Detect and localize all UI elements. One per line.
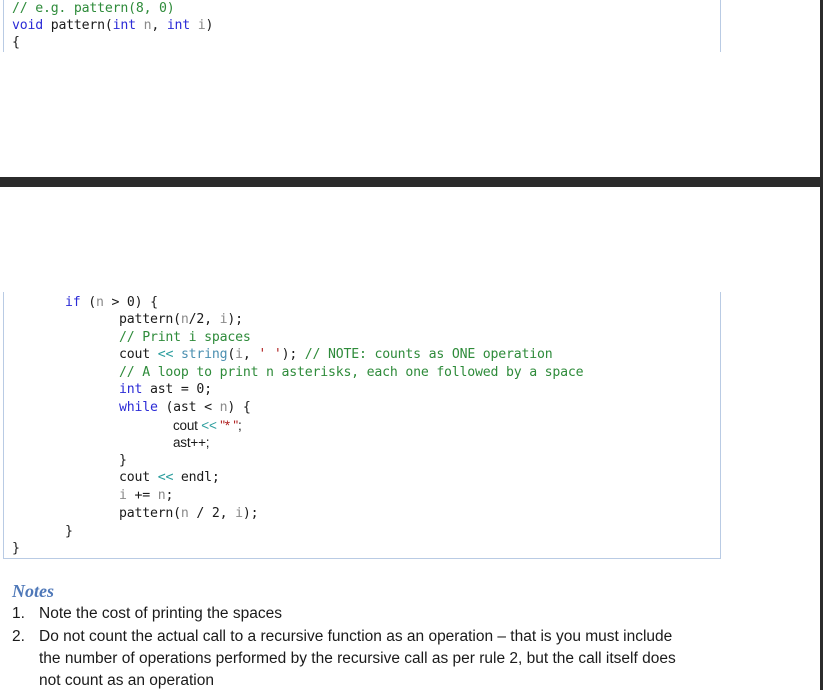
operator-token: << [157, 470, 174, 485]
code-token: cout [173, 418, 202, 433]
param-token: n [180, 312, 189, 327]
operator-token: << [201, 418, 217, 433]
code-token: ) { [227, 400, 251, 415]
code-line-i-increment: i += n; [119, 487, 173, 504]
brace-token: { [12, 35, 20, 50]
code-token: , [242, 347, 259, 362]
comment-token: // e.g. pattern(8, 0) [12, 1, 175, 16]
code-line-signature: void pattern(int n, int i) [12, 17, 213, 34]
code-line-if: if (n > 0) { [65, 294, 158, 311]
operator-token: << [157, 347, 174, 362]
code-line-cout-endl: cout << endl; [119, 469, 220, 486]
code-line-comment-spaces: // Print i spaces [119, 330, 251, 345]
param-token: n [135, 18, 152, 33]
note-text: not count as an operation [39, 672, 214, 689]
code-line-close-if: } [65, 524, 73, 539]
note-text: the number of operations performed by th… [39, 650, 676, 667]
code-token: (ast < [157, 400, 220, 415]
note-number: 1. [12, 605, 25, 622]
code-line-inner-cout: cout << "* "; [173, 417, 242, 434]
code-token: endl; [173, 470, 220, 485]
code-line-cout-spaces: cout << string(i, ' '); // NOTE: counts … [119, 346, 553, 363]
note-number: 2. [12, 628, 25, 645]
code-token: ( [227, 347, 236, 362]
code-line-close-function: } [12, 541, 20, 556]
code-token: ast = 0; [142, 382, 212, 397]
code-token: cout [119, 347, 158, 362]
code-token: pattern( [119, 312, 181, 327]
keyword-token: void [12, 18, 43, 33]
code-line-comment-loop: // A loop to print n asterisks, each one… [119, 365, 584, 380]
code-token: ); [281, 347, 305, 362]
code-token: > 0) { [103, 295, 158, 310]
code-box-function-body [3, 292, 721, 559]
keyword-token: int [166, 18, 191, 33]
code-line-int-ast: int ast = 0; [119, 381, 212, 398]
type-token: string [180, 347, 228, 362]
string-token: ' ' [258, 347, 282, 362]
param-token: i [119, 488, 127, 503]
code-line-ast-increment: ast++; [173, 435, 210, 450]
code-token: / 2, [188, 506, 236, 521]
notes-heading: Notes [12, 581, 54, 601]
function-name-token: pattern( [42, 18, 113, 33]
string-token: "* " [216, 418, 238, 433]
code-line-while: while (ast < n) { [119, 399, 251, 416]
code-line-recursive-call-1: pattern(n/2, i); [119, 311, 243, 328]
keyword-token: if [65, 295, 81, 310]
separator-token: , [151, 18, 167, 33]
keyword-token: int [112, 18, 136, 33]
page-divider-bar [0, 177, 823, 187]
code-token: ( [80, 295, 96, 310]
param-token: i [235, 506, 243, 521]
param-token: i [190, 18, 206, 33]
note-text: Do not count the actual call to a recurs… [39, 628, 673, 645]
paren-token: ) [205, 18, 214, 33]
param-token: n [95, 295, 104, 310]
keyword-token: while [119, 400, 158, 415]
code-token: ; [238, 418, 242, 433]
param-token: i [235, 347, 243, 362]
code-token: pattern( [119, 506, 181, 521]
note-text: Note the cost of printing the spaces [39, 605, 282, 622]
code-token: cout [119, 470, 158, 485]
code-token: ); [242, 506, 259, 521]
code-token: /2, [188, 312, 220, 327]
keyword-token: int [119, 382, 143, 397]
code-line-close-while: } [119, 453, 127, 468]
code-token: ); [227, 312, 243, 327]
code-line-example-comment: // e.g. pattern(8, 0) [12, 0, 175, 17]
comment-token: // NOTE: counts as ONE operation [304, 347, 553, 362]
code-line-open-brace: { [12, 34, 20, 51]
param-token: n [180, 506, 189, 521]
code-token: ; [165, 488, 174, 503]
code-token: += [126, 488, 158, 503]
code-line-recursive-call-2: pattern(n / 2, i); [119, 505, 259, 522]
